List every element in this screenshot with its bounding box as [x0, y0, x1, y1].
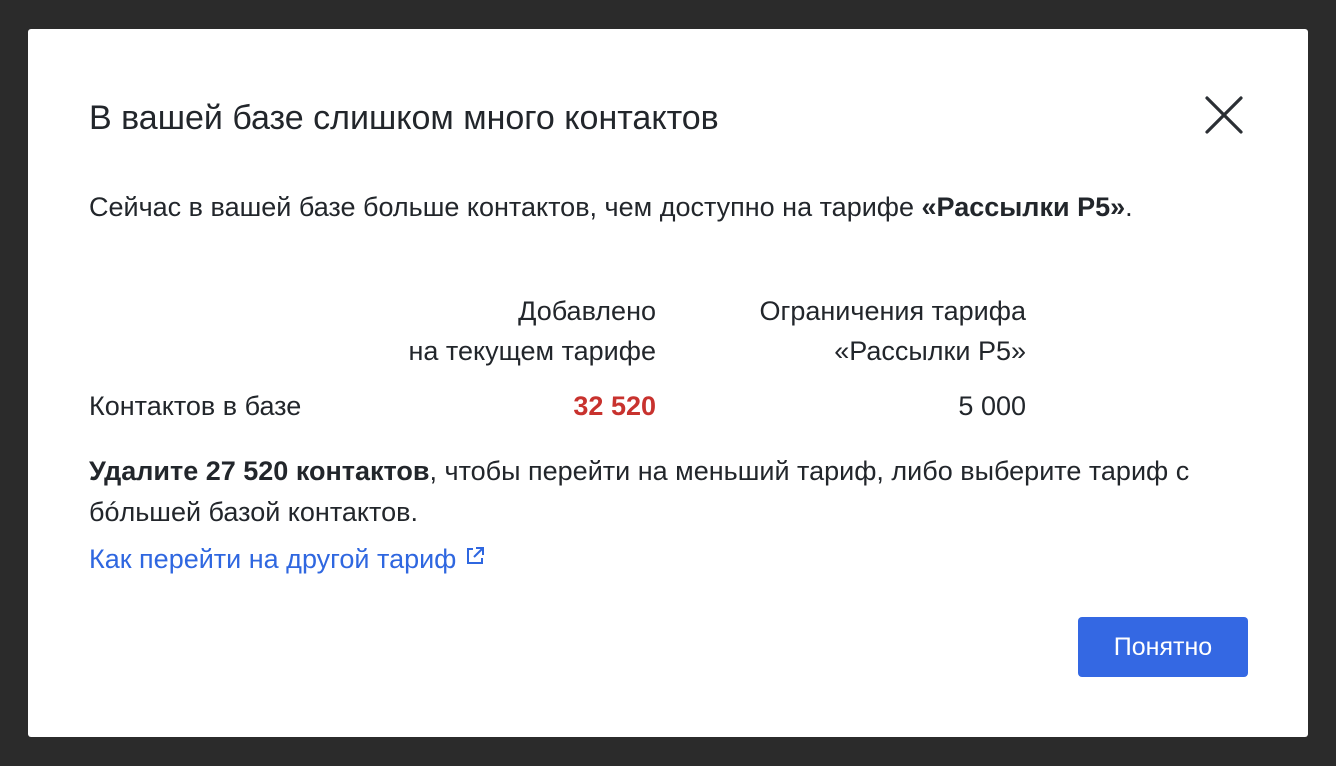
advice-text: Удалите 27 520 контактов, чтобы перейти … [89, 451, 1229, 533]
column-header-added-line1: Добавлено [518, 296, 656, 326]
external-link-icon [464, 545, 486, 567]
column-header-added: Добавлено на текущем тарифе [408, 291, 656, 371]
column-header-limit-line1: Ограничения тарифа [759, 296, 1026, 326]
ok-button[interactable]: Понятно [1078, 617, 1248, 677]
dialog-title: В вашей базе слишком много контактов [89, 99, 719, 137]
change-plan-link-label: Как перейти на другой тариф [89, 544, 457, 574]
contacts-limit-value: 5 000 [958, 391, 1026, 421]
intro-body: Сейчас в вашей базе больше контактов, че… [89, 192, 922, 222]
contacts-added-value: 32 520 [573, 391, 656, 421]
intro-plan-name: «Рассылки P5» [921, 192, 1126, 222]
change-plan-link[interactable]: Как перейти на другой тариф [89, 539, 486, 579]
advice-bold: Удалите 27 520 контактов [89, 456, 430, 486]
intro-text: Сейчас в вашей базе больше контактов, че… [89, 187, 1209, 227]
column-header-limit-line2: «Рассылки P5» [834, 336, 1026, 366]
row-label-contacts: Контактов в базе [89, 391, 302, 421]
close-button[interactable] [1200, 91, 1248, 139]
dialog: В вашей базе слишком много контактов Сей… [28, 29, 1308, 737]
column-header-added-line2: на текущем тарифе [408, 336, 656, 366]
close-icon [1205, 96, 1243, 134]
column-header-limit: Ограничения тарифа «Рассылки P5» [760, 291, 1026, 371]
intro-suffix: . [1125, 192, 1133, 222]
